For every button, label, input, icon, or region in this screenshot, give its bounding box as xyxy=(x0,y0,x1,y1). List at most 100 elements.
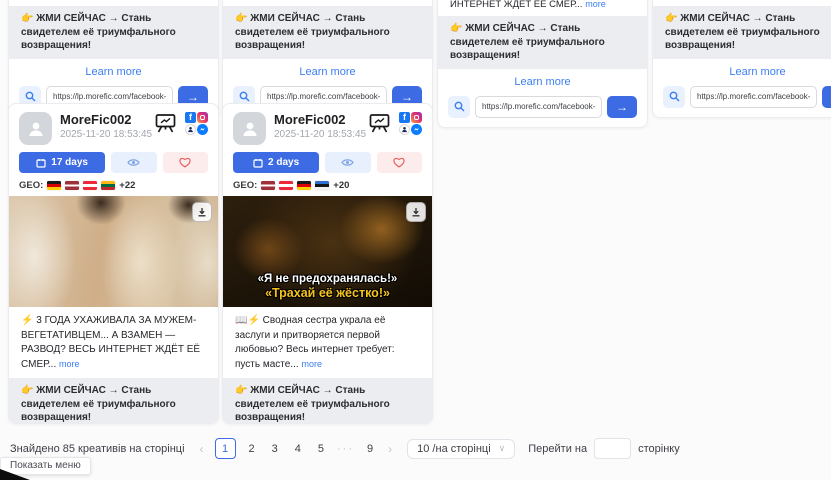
goto-page-input[interactable] xyxy=(594,438,631,459)
learn-more-link[interactable]: Learn more xyxy=(9,66,218,78)
days-active-button[interactable]: 17 days xyxy=(19,152,105,173)
favorite-button[interactable] xyxy=(377,152,422,173)
page-1-button[interactable]: 1 xyxy=(215,438,236,459)
days-label: 2 days xyxy=(268,157,299,168)
teaser-tail-text: ИНТЕРНЕТ ЖДЁТ ЕЁ СМЕР... xyxy=(450,0,585,10)
learn-more-link[interactable]: Learn more xyxy=(438,76,647,88)
overlay-line-2: «Трахай её жёстко!» xyxy=(223,286,432,300)
page-9-button[interactable]: 9 xyxy=(363,443,377,455)
preview-button[interactable] xyxy=(325,152,370,173)
page-size-value: 10 /на сторінці xyxy=(417,443,491,455)
ad-card-1: MoreFic002 2025-11-20 18:53:45 f 17 days xyxy=(8,103,219,424)
presentation-chart-icon[interactable] xyxy=(153,113,178,134)
cta-text: 👉 ЖМИ СЕЙЧАС → Стань свидетелем её триум… xyxy=(223,6,432,59)
creative-datetime: 2025-11-20 18:53:45 xyxy=(274,129,367,140)
preview-button[interactable] xyxy=(111,152,156,173)
favorite-button[interactable] xyxy=(163,152,208,173)
search-button[interactable] xyxy=(663,86,685,108)
learn-more-link[interactable]: Learn more xyxy=(223,66,432,78)
landing-url-input[interactable] xyxy=(475,96,602,118)
goto-suffix-label: сторінку xyxy=(638,443,680,455)
flag-latvia-icon xyxy=(65,181,79,190)
heart-icon xyxy=(393,157,405,168)
teaser-tail: ИНТЕРНЕТ ЖДЁТ ЕЁ СМЕР... more xyxy=(438,0,647,16)
more-link[interactable]: more xyxy=(301,359,322,369)
calendar-icon xyxy=(253,158,263,168)
messenger-icon xyxy=(411,124,422,135)
open-url-button[interactable]: → xyxy=(607,96,637,118)
person-icon xyxy=(240,119,260,139)
download-image-button[interactable] xyxy=(406,202,426,222)
ad-card-top-2: 👉 ЖМИ СЕЙЧАС → Стань свидетелем её триум… xyxy=(222,0,433,118)
messenger-icon xyxy=(197,124,208,135)
geo-more-count[interactable]: +20 xyxy=(333,180,349,191)
arrow-right-icon: → xyxy=(616,100,628,114)
page-3-button[interactable]: 3 xyxy=(268,443,282,455)
arrow-right-icon: → xyxy=(187,90,199,104)
header-icons: f xyxy=(367,112,422,135)
geo-more-count[interactable]: +22 xyxy=(119,180,135,191)
card-header: MoreFic002 2025-11-20 18:53:45 f xyxy=(223,104,432,149)
page-2-button[interactable]: 2 xyxy=(245,443,259,455)
pagination-bar: Знайдено 85 креативів на сторінці ‹ 1 2 … xyxy=(10,438,820,459)
page-size-select[interactable]: 10 /на сторінці ∨ xyxy=(407,439,515,459)
open-url-button[interactable]: → xyxy=(822,86,831,108)
pages-ellipsis[interactable]: ··· xyxy=(337,443,354,455)
prev-page-button[interactable]: ‹ xyxy=(198,442,206,456)
landing-url-input[interactable] xyxy=(690,86,817,108)
facebook-icon: f xyxy=(399,112,410,123)
more-link[interactable]: more xyxy=(59,359,80,369)
cta-text: 👉 ЖМИ СЕЙЧАС → Стань свидетелем её триум… xyxy=(223,378,432,424)
cta-text: 👉 ЖМИ СЕЙЧАС → Стань свидетелем её триум… xyxy=(9,6,218,59)
search-icon xyxy=(454,101,465,112)
creative-datetime: 2025-11-20 18:53:45 xyxy=(60,129,153,140)
more-link[interactable]: more xyxy=(585,0,606,9)
goto-page-control: Перейти на сторінку xyxy=(528,438,679,459)
instagram-icon xyxy=(411,112,422,123)
card-header: MoreFic002 2025-11-20 18:53:45 f xyxy=(9,104,218,149)
calendar-icon xyxy=(36,158,46,168)
eye-icon xyxy=(341,158,354,167)
placement-icons: f xyxy=(185,112,208,135)
image-overlay-text: «Я не предохранялась!» «Трахай её жёстко… xyxy=(223,273,432,300)
flag-austria-icon xyxy=(279,181,293,190)
page-5-button[interactable]: 5 xyxy=(314,443,328,455)
ad-card-2: MoreFic002 2025-11-20 18:53:45 f 2 days xyxy=(222,103,433,424)
flag-estonia-icon xyxy=(315,181,329,190)
facebook-icon: f xyxy=(185,112,196,123)
overlay-line-1: «Я не предохранялась!» xyxy=(223,273,432,285)
cursor-wedge xyxy=(0,469,30,480)
search-icon xyxy=(669,91,680,102)
header-icons: f xyxy=(153,112,208,135)
chevron-down-icon: ∨ xyxy=(499,443,506,454)
account-name[interactable]: MoreFic002 xyxy=(60,112,153,127)
flag-germany-icon xyxy=(297,181,311,190)
days-label: 17 days xyxy=(51,157,88,168)
cta-text: 👉 ЖМИ СЕЙЧАС → Стань свидетелем её триум… xyxy=(9,378,218,424)
learn-more-link[interactable]: Learn more xyxy=(653,66,831,78)
presentation-chart-icon[interactable] xyxy=(367,113,392,134)
audience-network-icon xyxy=(185,124,196,135)
page-4-button[interactable]: 4 xyxy=(291,443,305,455)
avatar xyxy=(233,112,266,145)
creative-image[interactable]: «Я не предохранялась!» «Трахай её жёстко… xyxy=(223,196,432,307)
ad-spy-grid-page: 👉 ЖМИ СЕЙЧАС → Стань свидетелем её триум… xyxy=(0,0,831,480)
cta-text: 👉 ЖМИ СЕЙЧАС → Стань свидетелем её триум… xyxy=(438,16,647,69)
geo-row: GEO: +20 xyxy=(233,180,422,191)
search-icon xyxy=(239,91,250,102)
creative-image[interactable] xyxy=(9,196,218,307)
next-page-button[interactable]: › xyxy=(386,442,394,456)
search-button[interactable] xyxy=(448,96,470,118)
download-image-button[interactable] xyxy=(192,202,212,222)
placement-icons: f xyxy=(399,112,422,135)
header-meta: MoreFic002 2025-11-20 18:53:45 xyxy=(274,112,367,140)
goto-prefix-label: Перейти на xyxy=(528,443,587,455)
ad-card-top-1: 👉 ЖМИ СЕЙЧАС → Стань свидетелем её триум… xyxy=(8,0,219,118)
heart-icon xyxy=(179,157,191,168)
account-name[interactable]: MoreFic002 xyxy=(274,112,367,127)
search-icon xyxy=(25,91,36,102)
arrow-right-icon: → xyxy=(401,90,413,104)
days-active-button[interactable]: 2 days xyxy=(233,152,319,173)
url-row: → xyxy=(438,94,647,127)
instagram-icon xyxy=(197,112,208,123)
